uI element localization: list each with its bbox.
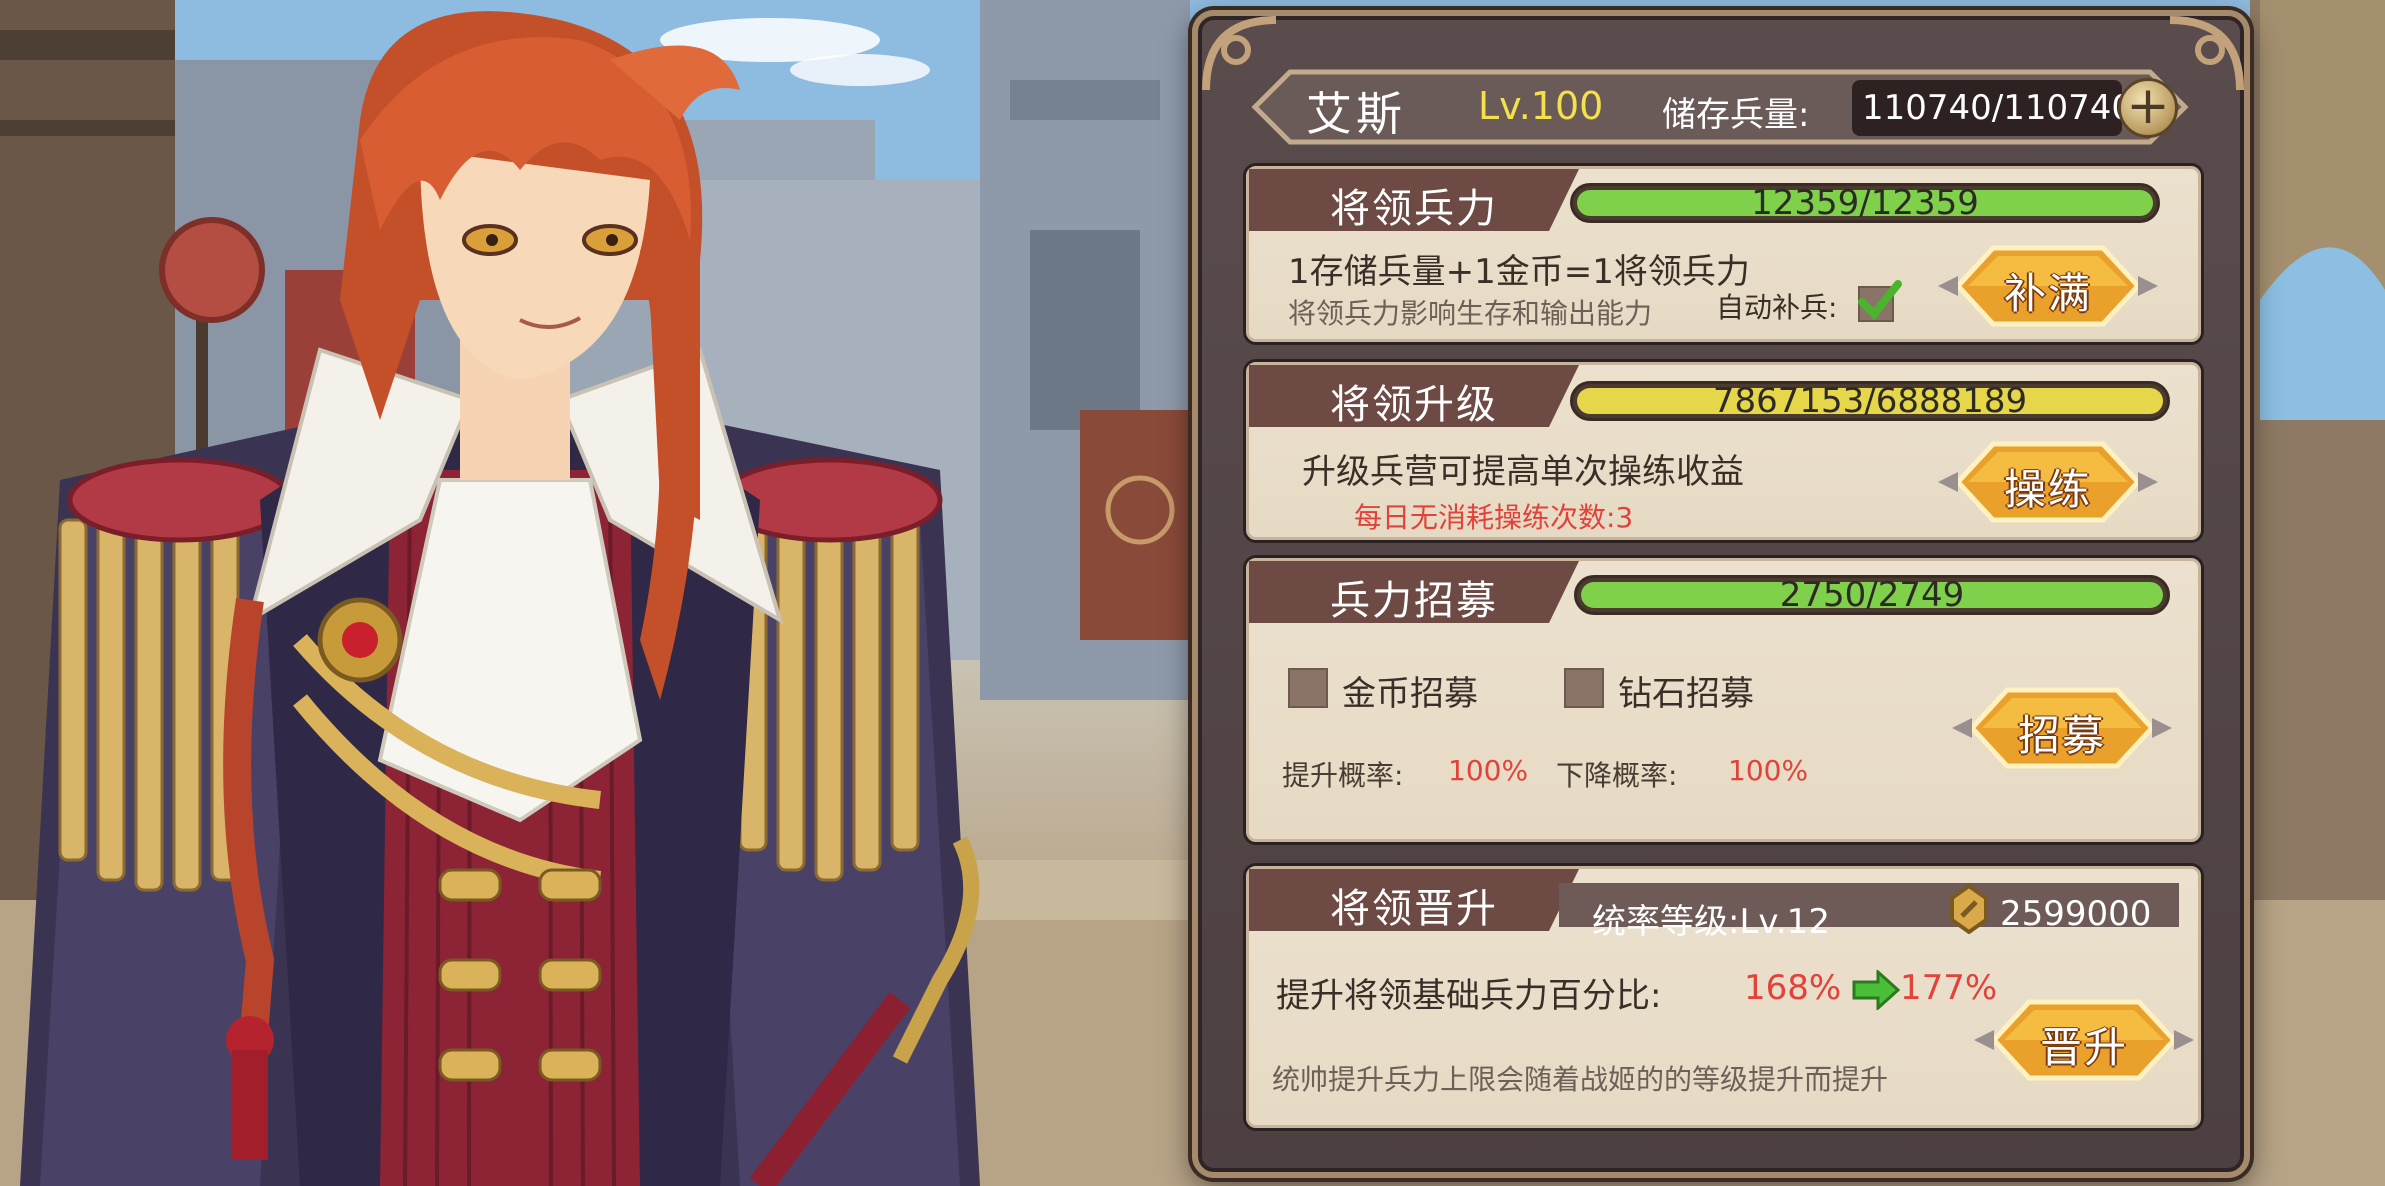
command-rank: 统率等级:Lv.12 — [1592, 902, 1830, 942]
refill-button[interactable]: 补满 — [1938, 236, 2158, 336]
daily-free-train-count: 每日无消耗操练次数:3 — [1354, 501, 1634, 534]
hero-level: Lv.100 — [1478, 84, 1604, 128]
section-title: 将领升级 — [1330, 382, 1498, 428]
stored-troops-value: 110740/110740 — [1862, 88, 2134, 128]
add-troops-button[interactable]: + — [2118, 78, 2178, 138]
hero-name: 艾斯 — [1306, 87, 1406, 141]
hero-portrait — [20, 11, 980, 1186]
refill-button-label: 补满 — [2003, 269, 2092, 318]
promotion-cost: 2599000 — [2000, 894, 2152, 934]
recruit-progress-bar: 2750/2749 — [1574, 575, 2170, 615]
section-title: 将领兵力 — [1330, 186, 1498, 232]
upgrade-description: 升级兵营可提高单次操练收益 — [1302, 452, 1744, 492]
troops-progress-bar: 12359/12359 — [1570, 183, 2160, 223]
diamond-recruit-label: 钻石招募 — [1618, 674, 1754, 714]
gold-recruit-label: 金币招募 — [1342, 674, 1478, 714]
gold-recruit-checkbox[interactable] — [1288, 668, 1328, 708]
train-button-label: 操练 — [2003, 465, 2092, 514]
stored-troops-label: 储存兵量: — [1662, 95, 1810, 135]
medal-icon — [1950, 884, 1988, 934]
recruit-progress-text: 2750/2749 — [1779, 575, 1965, 615]
promote-button-label: 晋升 — [2039, 1023, 2128, 1072]
arrow-right-icon — [1852, 970, 1900, 1010]
troops-formula: 1存储兵量+1金币=1将领兵力 — [1288, 252, 1750, 292]
section-title: 兵力招募 — [1330, 578, 1498, 624]
recruit-button-label: 招募 — [2017, 711, 2106, 760]
check-icon — [1858, 280, 1902, 320]
train-button[interactable]: 操练 — [1938, 432, 2158, 532]
increase-rate-label: 提升概率: — [1282, 759, 1404, 792]
upgrade-progress-bar: 7867153/6888189 — [1570, 381, 2170, 421]
section-title: 将领晋升 — [1330, 886, 1498, 932]
recruit-button[interactable]: 招募 — [1952, 678, 2172, 778]
decrease-rate-label: 下降概率: — [1556, 759, 1678, 792]
troops-description: 将领兵力影响生存和输出能力 — [1288, 297, 1653, 330]
promotion-description: 统帅提升兵力上限会随着战姬的的等级提升而提升 — [1272, 1063, 1889, 1096]
diamond-recruit-checkbox[interactable] — [1564, 668, 1604, 708]
promote-button[interactable]: 晋升 — [1974, 990, 2194, 1090]
upgrade-progress-text: 7867153/6888189 — [1712, 381, 2028, 421]
decrease-rate-value: 100% — [1728, 754, 1809, 787]
increase-rate-value: 100% — [1448, 754, 1529, 787]
auto-refill-checkbox[interactable] — [1858, 280, 1902, 322]
base-troop-percent-label: 提升将领基础兵力百分比: — [1276, 976, 1662, 1016]
troops-progress-text: 12359/12359 — [1751, 183, 1979, 223]
base-troop-percent-current: 168% — [1744, 968, 1842, 1008]
auto-refill-label: 自动补兵: — [1716, 291, 1838, 324]
